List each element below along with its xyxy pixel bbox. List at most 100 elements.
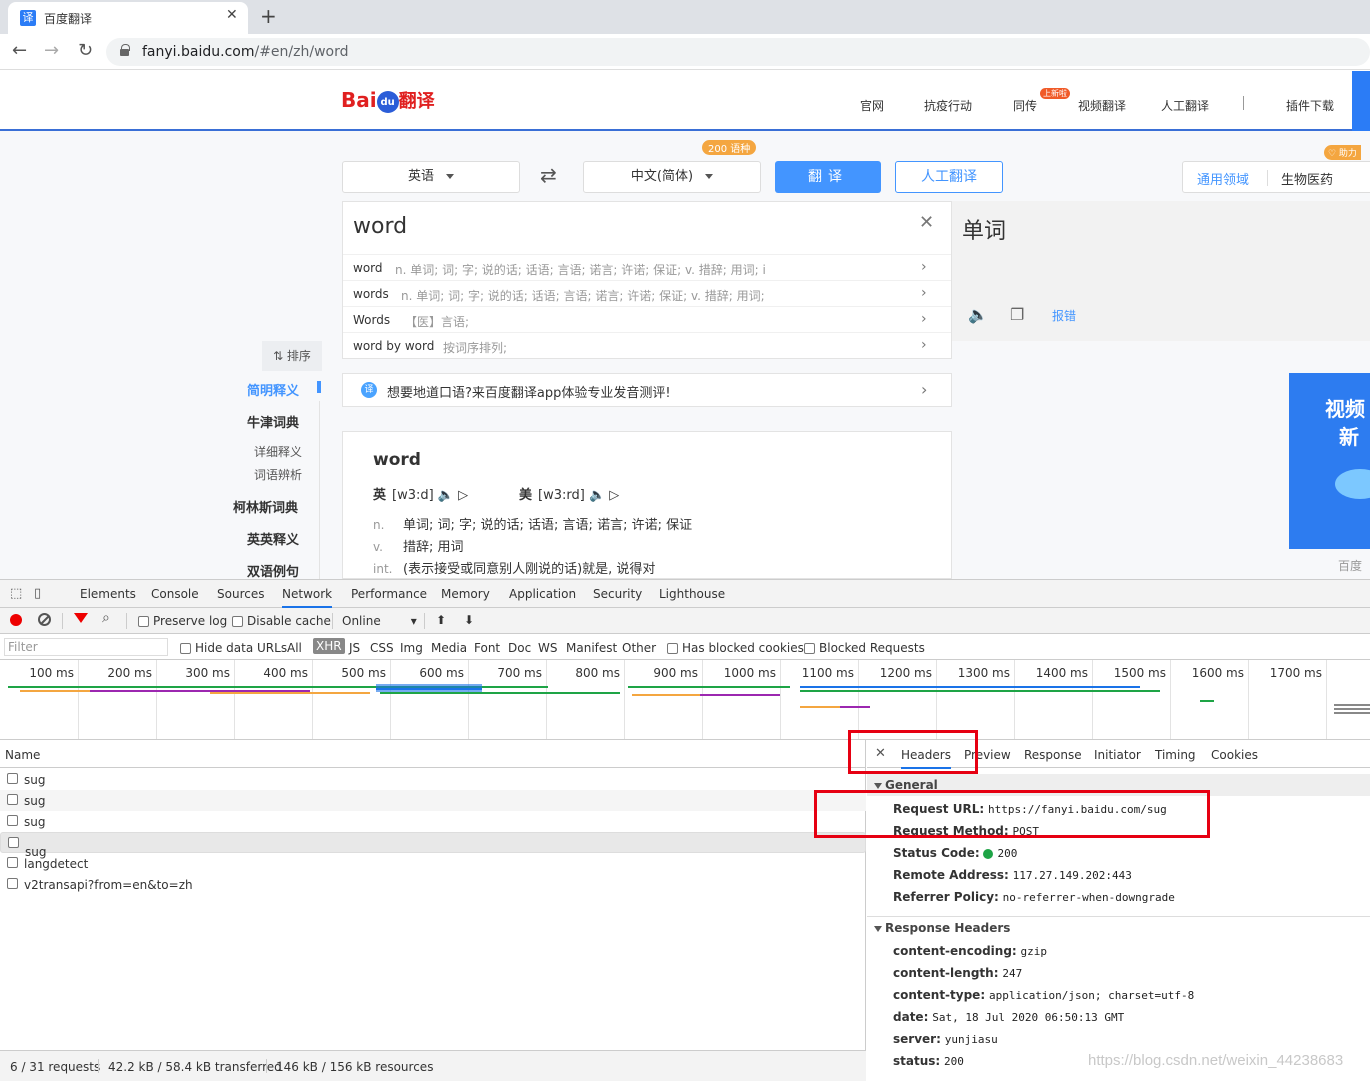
request-row[interactable]: v2transapi?from=en&to=zh bbox=[0, 874, 866, 895]
checkbox[interactable] bbox=[667, 643, 678, 654]
speaker-icon[interactable]: 🔈 bbox=[589, 488, 605, 503]
report-error-link[interactable]: 报错 bbox=[1052, 307, 1076, 324]
clear-log-icon[interactable] bbox=[38, 613, 51, 626]
nav-plugin-download[interactable]: 插件下载 bbox=[1286, 97, 1334, 114]
domain-biomedicine[interactable]: 生物医药 bbox=[1281, 169, 1333, 188]
reload-button[interactable]: ↻ bbox=[78, 40, 93, 61]
checkbox[interactable] bbox=[180, 643, 191, 654]
search-icon[interactable]: ⌕ bbox=[102, 610, 110, 626]
filter-other[interactable]: Other bbox=[622, 641, 656, 655]
baidu-translate-logo[interactable]: Bai du 翻译 bbox=[341, 87, 435, 113]
nav-video-translate[interactable]: 视频翻译 bbox=[1078, 97, 1126, 114]
tab-security[interactable]: Security bbox=[593, 587, 642, 601]
filter-css[interactable]: CSS bbox=[370, 641, 394, 655]
filter-font[interactable]: Font bbox=[474, 641, 500, 655]
sidenav-collins[interactable]: 柯林斯词典 bbox=[233, 497, 298, 516]
speaker-icon[interactable]: 🔈 bbox=[438, 488, 454, 503]
copy-icon[interactable]: ❐ bbox=[1010, 305, 1024, 324]
swap-languages-icon[interactable]: ⇄ bbox=[540, 163, 557, 187]
sidenav-synonyms[interactable]: 词语辨析 bbox=[254, 466, 302, 483]
video-translate-ad[interactable]: 视频新 bbox=[1289, 373, 1370, 549]
tab-response[interactable]: Response bbox=[1024, 748, 1082, 762]
filter-xhr[interactable]: XHR bbox=[313, 638, 345, 654]
tab-timing[interactable]: Timing bbox=[1155, 748, 1196, 762]
app-promo-banner[interactable]: 译 想要地道口语?来百度翻译app体验专业发音测评! › bbox=[342, 373, 952, 407]
forward-button[interactable]: → bbox=[44, 40, 59, 61]
url-input[interactable]: fanyi.baidu.com/#en/zh/word bbox=[106, 38, 1370, 66]
filter-icon[interactable] bbox=[74, 613, 88, 623]
tab-network[interactable]: Network bbox=[282, 587, 333, 608]
request-row[interactable]: langdetect bbox=[0, 853, 866, 874]
request-row[interactable]: sug bbox=[0, 811, 866, 832]
network-timeline[interactable]: 100 ms 200 ms 300 ms 400 ms 500 ms 600 ms 700 … bbox=[0, 660, 1370, 740]
tab-sources[interactable]: Sources bbox=[217, 587, 264, 601]
checkbox[interactable] bbox=[138, 616, 149, 627]
target-language-select[interactable]: 中文(简体) bbox=[583, 161, 761, 193]
tab-application[interactable]: Application bbox=[509, 587, 576, 601]
filter-js[interactable]: JS bbox=[349, 641, 360, 655]
nav-official[interactable]: 官网 bbox=[860, 97, 884, 114]
help-badge[interactable]: ♡ 助力 bbox=[1324, 145, 1361, 160]
suggestion-item[interactable]: word by word 按词序排列; › bbox=[343, 332, 951, 358]
filter-ws[interactable]: WS bbox=[538, 641, 557, 655]
close-tab-icon[interactable]: ✕ bbox=[226, 7, 238, 23]
nav-anti-epidemic[interactable]: 抗疫行动 bbox=[924, 97, 972, 114]
source-text-input[interactable]: word bbox=[353, 214, 407, 239]
filter-all[interactable]: All bbox=[287, 641, 302, 655]
nav-simultaneous[interactable]: 同传 bbox=[1013, 97, 1037, 114]
disable-cache-checkbox[interactable]: Disable cache bbox=[232, 614, 331, 628]
filter-doc[interactable]: Doc bbox=[508, 641, 531, 655]
throttle-select[interactable]: Online ▾ bbox=[342, 614, 417, 628]
response-headers-section-header[interactable]: Response Headers bbox=[867, 916, 1370, 938]
tab-elements[interactable]: Elements bbox=[80, 587, 136, 601]
record-button[interactable] bbox=[10, 614, 22, 626]
lock-icon[interactable] bbox=[120, 44, 130, 56]
sidenav-examples[interactable]: 双语例句 bbox=[247, 561, 299, 579]
play-icon[interactable]: ▷ bbox=[609, 488, 619, 503]
hide-data-urls-checkbox[interactable]: Hide data URLs bbox=[180, 641, 287, 655]
clear-icon[interactable]: ✕ bbox=[919, 212, 934, 233]
import-har-icon[interactable]: ⬆ bbox=[436, 613, 446, 627]
device-toolbar-icon[interactable]: ▯ bbox=[34, 586, 41, 601]
source-text-box[interactable]: word ✕ word n. 单词; 词; 字; 说的话; 话语; 言语; 诺言… bbox=[342, 201, 952, 359]
has-blocked-cookies-checkbox[interactable]: Has blocked cookies bbox=[667, 641, 804, 655]
source-language-select[interactable]: 英语 bbox=[342, 161, 520, 193]
tab-console[interactable]: Console bbox=[151, 587, 199, 601]
inspect-element-icon[interactable]: ⬚ bbox=[10, 586, 22, 601]
sidenav-oxford[interactable]: 牛津词典 bbox=[247, 412, 299, 431]
new-tab-button[interactable]: + bbox=[260, 4, 277, 28]
back-button[interactable]: ← bbox=[12, 40, 27, 61]
tab-performance[interactable]: Performance bbox=[351, 587, 427, 601]
request-row[interactable]: sug bbox=[0, 832, 866, 859]
blocked-requests-checkbox[interactable]: Blocked Requests bbox=[804, 641, 925, 655]
suggestion-item[interactable]: words n. 单词; 词; 字; 说的话; 话语; 言语; 诺言; 许诺; … bbox=[343, 280, 951, 306]
domain-general[interactable]: 通用领域 bbox=[1197, 169, 1249, 188]
sidenav-detail[interactable]: 详细释义 bbox=[254, 443, 302, 460]
translate-button[interactable]: 翻译 bbox=[775, 161, 881, 193]
human-translate-button[interactable]: 人工翻译 bbox=[895, 161, 1003, 193]
play-icon[interactable]: ▷ bbox=[458, 488, 468, 503]
tab-lighthouse[interactable]: Lighthouse bbox=[659, 587, 725, 601]
speaker-icon[interactable]: 🔈 bbox=[968, 305, 988, 324]
checkbox[interactable] bbox=[804, 643, 815, 654]
tab-initiator[interactable]: Initiator bbox=[1094, 748, 1141, 762]
request-row[interactable]: sug bbox=[0, 769, 866, 790]
export-har-icon[interactable]: ⬇ bbox=[464, 613, 474, 627]
tab-cookies[interactable]: Cookies bbox=[1211, 748, 1258, 762]
filter-manifest[interactable]: Manifest bbox=[566, 641, 617, 655]
suggestion-item[interactable]: word n. 单词; 词; 字; 说的话; 话语; 言语; 诺言; 许诺; 保… bbox=[343, 254, 951, 280]
filter-media[interactable]: Media bbox=[431, 641, 467, 655]
tab-memory[interactable]: Memory bbox=[441, 587, 490, 601]
nav-human-translate[interactable]: 人工翻译 bbox=[1161, 97, 1209, 114]
sort-button[interactable]: ⇅ 排序 bbox=[262, 341, 322, 371]
sidenav-concise[interactable]: 简明释义 bbox=[247, 380, 299, 399]
name-column-header[interactable]: Name bbox=[0, 740, 866, 768]
browser-tab[interactable]: 译 百度翻译 ✕ bbox=[8, 2, 248, 34]
filter-img[interactable]: Img bbox=[400, 641, 423, 655]
checkbox[interactable] bbox=[232, 616, 243, 627]
filter-input[interactable]: Filter bbox=[4, 638, 168, 656]
sidenav-english[interactable]: 英英释义 bbox=[247, 529, 299, 548]
suggestion-item[interactable]: Words 【医】言语; › bbox=[343, 306, 951, 332]
request-row[interactable]: sug bbox=[0, 790, 866, 811]
preserve-log-checkbox[interactable]: Preserve log bbox=[138, 614, 227, 628]
